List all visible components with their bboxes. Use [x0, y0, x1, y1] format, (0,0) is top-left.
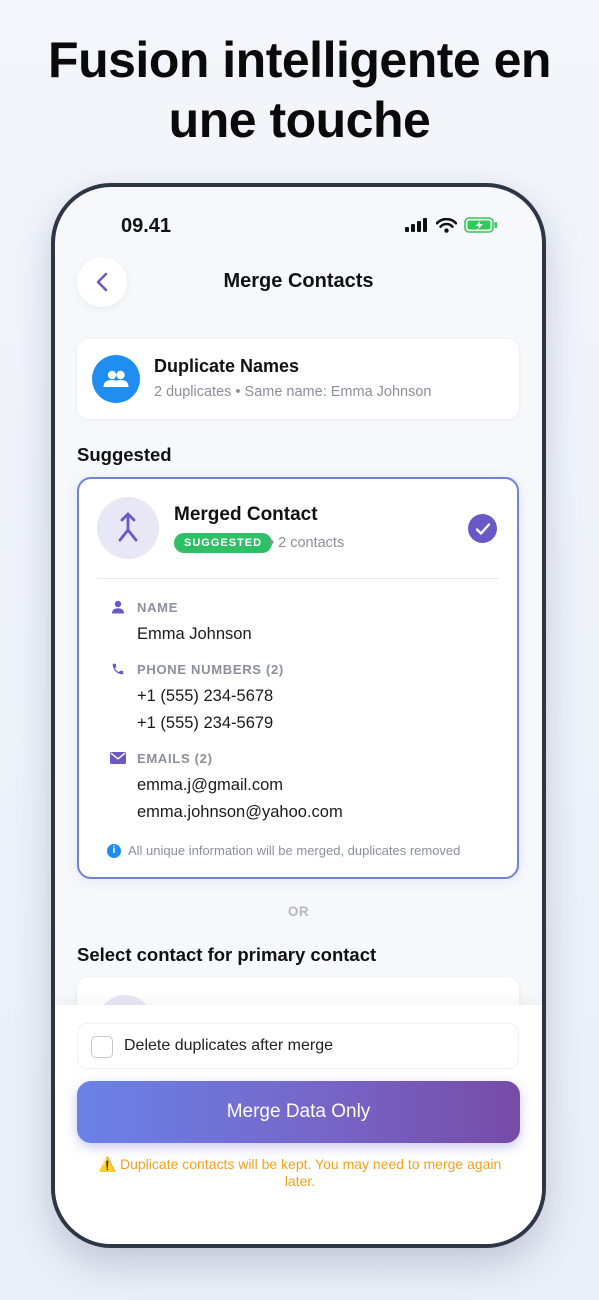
primary-contact-heading: Select contact for primary contact	[77, 944, 377, 965]
phone-number-value: +1 (555) 234-5678	[137, 687, 274, 705]
merge-info-text: All unique information will be merged, d…	[128, 843, 461, 858]
promo-title-line-2: une touche	[168, 92, 431, 148]
merged-contact-card[interactable]: Merged Contact SUGGESTED • 2 contacts NA…	[77, 477, 519, 879]
phone-frame: 09.41 Merge Contacts Duplicate Names 2 d…	[51, 183, 546, 1248]
email-value: emma.johnson@yahoo.com	[137, 803, 343, 821]
phone-icon	[109, 660, 127, 678]
merge-info-note: i All unique information will be merged,…	[107, 843, 460, 858]
card-divider	[97, 578, 499, 579]
merged-contact-title: Merged Contact	[174, 504, 318, 525]
nav-bar: Merge Contacts	[55, 255, 542, 313]
promo-title-line-1: Fusion intelligente en	[48, 32, 551, 88]
person-icon	[109, 598, 127, 616]
delete-duplicates-checkbox[interactable]	[91, 1036, 113, 1058]
cellular-signal-icon	[405, 218, 427, 232]
phone-numbers-label: PHONE NUMBERS (2)	[137, 662, 284, 677]
promo-title: Fusion intelligente en une touche	[0, 30, 599, 150]
merge-contacts-screen: 09.41 Merge Contacts Duplicate Names 2 d…	[55, 187, 542, 1244]
selected-check-icon[interactable]	[468, 514, 497, 543]
warning-icon: ⚠️	[98, 1156, 117, 1172]
email-value: emma.j@gmail.com	[137, 776, 284, 794]
duplicate-group-subtitle: 2 duplicates • Same name: Emma Johnson	[154, 384, 432, 400]
contact-count: • 2 contacts	[269, 535, 345, 551]
duplicate-group-title: Duplicate Names	[154, 356, 300, 376]
envelope-icon	[109, 749, 127, 767]
emails-label: EMAILS (2)	[137, 751, 213, 766]
suggested-badge: SUGGESTED	[174, 533, 273, 553]
wifi-icon	[436, 217, 457, 233]
page-title: Merge Contacts	[223, 270, 374, 292]
status-time: 09.41	[121, 215, 172, 237]
or-divider: OR	[287, 904, 310, 919]
suggested-heading: Suggested	[77, 444, 172, 465]
info-icon: i	[107, 843, 121, 858]
delete-duplicates-row[interactable]: Delete duplicates after merge	[77, 1023, 519, 1069]
merge-data-only-button[interactable]: Merge Data Only	[77, 1081, 520, 1143]
warning-text: Duplicate contacts will be kept. You may…	[119, 1156, 502, 1189]
delete-duplicates-label: Delete duplicates after merge	[124, 1037, 333, 1054]
phone-number-value: +1 (555) 234-5679	[137, 714, 274, 732]
name-label: NAME	[137, 600, 179, 615]
name-value: Emma Johnson	[137, 625, 252, 643]
status-icons	[405, 217, 498, 233]
duplicate-group-card: Duplicate Names 2 duplicates • Same name…	[77, 339, 519, 419]
battery-charging-icon	[464, 217, 497, 233]
warning-note: ⚠️ Duplicate contacts will be kept. You …	[95, 1156, 505, 1190]
bottom-action-panel: Delete duplicates after merge Merge Data…	[55, 1005, 542, 1244]
people-icon	[92, 355, 140, 403]
merge-arrow-icon	[97, 497, 159, 559]
